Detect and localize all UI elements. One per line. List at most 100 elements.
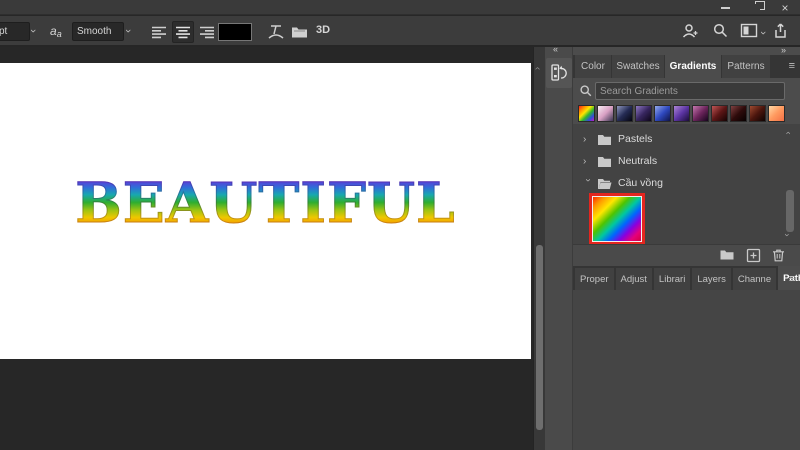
- search-gradients-icon: [580, 85, 592, 97]
- tab-color[interactable]: Color: [575, 55, 611, 78]
- gradient-preset-peach[interactable]: [768, 105, 785, 122]
- selected-gradient-tile[interactable]: [589, 193, 645, 245]
- share-profile-button[interactable]: [681, 22, 699, 45]
- expand-dock-icon[interactable]: «: [553, 44, 558, 54]
- gradient-group-cau-vong[interactable]: › Cầu vồng: [573, 172, 783, 194]
- tab-gradients[interactable]: Gradients: [665, 55, 721, 78]
- tab-channels[interactable]: Channe: [732, 268, 777, 290]
- person-add-icon: [682, 24, 698, 38]
- search-button[interactable]: [712, 22, 729, 44]
- smoothing-dropdown[interactable]: Smooth: [72, 22, 124, 41]
- folder-icon: [598, 156, 611, 167]
- bottom-panel-tabstrip: Proper Adjust Librari Layers Channe Path…: [573, 266, 800, 290]
- warp-text-icon: [268, 25, 284, 39]
- share-export-icon: [775, 23, 786, 38]
- minimize-button[interactable]: [712, 0, 738, 15]
- tab-adjustments[interactable]: Adjust: [615, 268, 652, 290]
- tab-patterns[interactable]: Patterns: [722, 55, 770, 78]
- close-button[interactable]: ×: [772, 0, 798, 15]
- history-panel-button[interactable]: [546, 58, 572, 88]
- gradient-preset-ember[interactable]: [730, 105, 747, 122]
- gradient-preset-pink-fade[interactable]: [597, 105, 614, 122]
- align-right-icon: [200, 26, 214, 39]
- share-button[interactable]: [772, 22, 789, 45]
- group-label: Cầu vồng: [618, 177, 663, 189]
- pasteboard: BEAUTIFUL: [0, 47, 533, 450]
- new-group-button new-folder-icon[interactable]: [719, 248, 735, 262]
- document-canvas[interactable]: BEAUTIFUL: [0, 63, 531, 359]
- canvas-scrollbar-thumb[interactable]: [536, 245, 543, 430]
- collapse-dock-icon[interactable]: »: [781, 45, 786, 55]
- scroll-up-icon[interactable]: ›: [532, 67, 543, 70]
- font-size-chevron-icon[interactable]: ›: [27, 29, 39, 33]
- warp-text-button[interactable]: [266, 23, 286, 46]
- restore-button[interactable]: [743, 0, 769, 15]
- gradient-preset-deep-purple[interactable]: [635, 105, 652, 122]
- rainbow-gradient-thumbnail: [592, 196, 642, 242]
- restore-icon: [752, 1, 765, 11]
- tab-libraries[interactable]: Librari: [653, 268, 691, 290]
- search-gradients-input[interactable]: [595, 82, 785, 100]
- scroll-up-icon[interactable]: ›: [783, 132, 793, 135]
- font-size-value: pt: [0, 26, 8, 37]
- history-panel-icon: [551, 64, 567, 81]
- align-right-button[interactable]: [196, 21, 218, 43]
- gradient-preset-navy[interactable]: [616, 105, 633, 122]
- delete-gradient-button trash-icon[interactable]: [771, 248, 786, 263]
- gradient-preset-rainbow[interactable]: [578, 105, 595, 122]
- smoothing-chevron-icon[interactable]: ›: [122, 29, 134, 33]
- minimize-icon: [720, 6, 730, 9]
- gradient-group-neutrals[interactable]: › Neutrals: [573, 150, 783, 172]
- gradient-preset-crimson[interactable]: [711, 105, 728, 122]
- panel-dock: » Color Swatches Gradients Patterns ≡ ›: [573, 45, 800, 450]
- tab-layers[interactable]: Layers: [692, 268, 731, 290]
- 3d-button[interactable]: 3D: [316, 24, 330, 36]
- font-size-field[interactable]: pt: [0, 22, 30, 41]
- align-left-button[interactable]: [148, 21, 170, 43]
- gradient-group-pastels[interactable]: › Pastels: [573, 128, 783, 150]
- toggle-panels-button[interactable]: [290, 23, 309, 46]
- align-left-icon: [152, 26, 166, 39]
- gradient-preset-violet[interactable]: [673, 105, 690, 122]
- group-label: Neutrals: [618, 155, 658, 167]
- smoothing-value: Smooth: [77, 26, 112, 37]
- gradients-panel-tabstrip: Color Swatches Gradients Patterns: [573, 55, 800, 78]
- close-icon: ×: [781, 0, 789, 15]
- align-center-icon: [176, 26, 190, 39]
- anti-alias-icon[interactable]: aa: [50, 24, 62, 39]
- options-bar: pt › aa Smooth › 3D ›: [0, 16, 800, 47]
- scroll-down-icon[interactable]: ›: [783, 234, 793, 237]
- chevron-down-icon[interactable]: ›: [583, 178, 594, 188]
- search-icon: [713, 23, 728, 38]
- canvas-vertical-scrollbar[interactable]: ›: [532, 47, 545, 450]
- bottom-panel-menu-icon[interactable]: ≡: [789, 273, 795, 285]
- tab-swatches[interactable]: Swatches: [612, 55, 664, 78]
- gradient-search-row: [573, 80, 800, 104]
- panels-folder-icon: [292, 27, 307, 38]
- chevron-right-icon[interactable]: ›: [583, 134, 593, 145]
- tab-properties[interactable]: Proper: [575, 268, 614, 290]
- gradient-list-area: › Pastels › Neutrals › Cầu vồng › ›: [573, 124, 800, 245]
- align-center-button[interactable]: [172, 21, 194, 43]
- open-folder-icon: [598, 178, 612, 189]
- group-label: Pastels: [618, 133, 653, 145]
- gradient-preset-maroon[interactable]: [749, 105, 766, 122]
- gradient-presets-strip: [578, 105, 785, 124]
- gradient-preset-plum[interactable]: [692, 105, 709, 122]
- new-gradient-button plus-square-icon[interactable]: [746, 248, 761, 263]
- folder-icon: [598, 134, 611, 145]
- gradients-action-bar: [573, 244, 800, 266]
- workspace-chevron-icon[interactable]: ›: [757, 31, 769, 35]
- gradient-preset-blue[interactable]: [654, 105, 671, 122]
- list-scrollbar-thumb[interactable]: [786, 190, 794, 232]
- canvas-text: BEAUTIFUL: [75, 169, 456, 235]
- workspace-switcher-button[interactable]: [740, 22, 758, 44]
- text-color-swatch[interactable]: [218, 23, 252, 41]
- gradient-list-scrollbar[interactable]: › ›: [783, 124, 796, 244]
- paths-panel-content: [573, 290, 800, 450]
- workspace-layout-icon: [740, 23, 758, 38]
- chevron-right-icon[interactable]: ›: [583, 156, 593, 167]
- photoshop-window: × pt › aa Smooth › 3D › BEAUTIFUL › « » …: [0, 0, 800, 450]
- collapsed-panel-dock: «: [545, 44, 573, 450]
- gradients-panel-menu-icon[interactable]: ≡: [789, 60, 795, 72]
